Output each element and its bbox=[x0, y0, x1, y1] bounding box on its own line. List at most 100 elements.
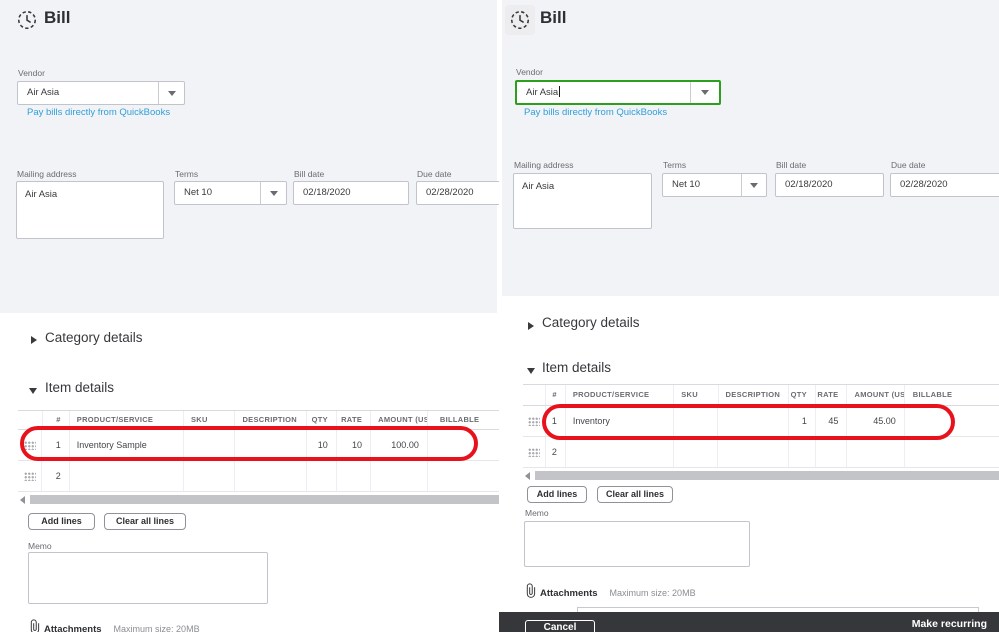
col-header-product: PRODUCT/SERVICE bbox=[566, 385, 675, 405]
drag-dots-icon bbox=[527, 416, 540, 426]
memo-textarea[interactable] bbox=[28, 552, 268, 604]
cell-rate[interactable] bbox=[816, 437, 848, 467]
clear-all-lines-button[interactable]: Clear all lines bbox=[104, 513, 186, 530]
cell-number: 2 bbox=[546, 437, 566, 467]
col-header-billable: BILLABLE bbox=[912, 390, 953, 399]
terms-label: Terms bbox=[175, 169, 199, 179]
vendor-value: Air Asia bbox=[526, 87, 559, 98]
cell-sku[interactable] bbox=[184, 461, 236, 491]
highlight-oval bbox=[20, 426, 478, 461]
cell-rate[interactable] bbox=[337, 461, 371, 491]
item-details-expanded-icon bbox=[29, 388, 37, 394]
cell-amount[interactable] bbox=[847, 437, 905, 467]
due-date-label: Due date bbox=[417, 169, 452, 179]
terms-select[interactable]: Net 10 bbox=[662, 173, 767, 197]
add-lines-button[interactable]: Add lines bbox=[527, 486, 587, 503]
form-header-background bbox=[502, 0, 999, 296]
terms-dropdown-button[interactable] bbox=[741, 174, 766, 196]
pay-bills-link[interactable]: Pay bills directly from QuickBooks bbox=[27, 107, 170, 118]
highlight-oval bbox=[542, 404, 955, 440]
attachments-label: Attachments bbox=[44, 623, 102, 632]
item-details-toggle[interactable]: Item details bbox=[542, 360, 611, 375]
page-title: Bill bbox=[540, 8, 567, 27]
category-details-toggle[interactable]: Category details bbox=[45, 330, 143, 345]
category-details-toggle[interactable]: Category details bbox=[542, 315, 640, 330]
bill-screenshot-left: Bill Vendor Air Asia Pay bills directly … bbox=[0, 0, 499, 632]
bill-clock-icon bbox=[509, 9, 531, 36]
col-header-sku: SKU bbox=[674, 385, 719, 405]
table-row[interactable]: 2 bbox=[523, 437, 999, 468]
cell-amount[interactable] bbox=[371, 461, 428, 491]
cell-description[interactable] bbox=[235, 461, 307, 491]
vendor-label: Vendor bbox=[516, 67, 543, 77]
col-header-number: # bbox=[546, 385, 566, 405]
mailing-address-value: Air Asia bbox=[25, 189, 58, 200]
cell-qty[interactable] bbox=[789, 437, 816, 467]
cell-qty[interactable] bbox=[307, 461, 337, 491]
paperclip-icon bbox=[525, 583, 536, 603]
category-details-collapsed-icon bbox=[31, 336, 37, 344]
scrollbar-left-arrow-icon[interactable] bbox=[20, 495, 25, 504]
vendor-input[interactable]: Air Asia bbox=[515, 80, 721, 105]
chevron-down-icon bbox=[701, 90, 709, 95]
due-date-value: 02/28/2020 bbox=[900, 179, 948, 190]
bill-date-value: 02/18/2020 bbox=[303, 187, 351, 198]
vendor-input[interactable]: Air Asia bbox=[17, 81, 185, 105]
terms-select[interactable]: Net 10 bbox=[174, 181, 287, 205]
cell-billable[interactable] bbox=[428, 461, 499, 491]
cell-number: 2 bbox=[42, 461, 70, 491]
terms-label: Terms bbox=[663, 160, 687, 170]
terms-dropdown-button[interactable] bbox=[260, 182, 286, 204]
bill-date-label: Bill date bbox=[294, 169, 325, 179]
memo-label: Memo bbox=[525, 508, 549, 518]
col-header-amount: AMOUNT (US bbox=[847, 385, 905, 405]
clear-all-lines-button[interactable]: Clear all lines bbox=[597, 486, 673, 503]
drag-dots-icon bbox=[23, 471, 36, 481]
cell-sku[interactable] bbox=[674, 437, 719, 467]
cell-billable[interactable] bbox=[905, 437, 999, 467]
horizontal-scrollbar[interactable] bbox=[523, 470, 999, 481]
mailing-address-textarea[interactable]: Air Asia bbox=[16, 181, 164, 239]
cancel-button[interactable]: Cancel bbox=[525, 620, 595, 632]
bill-date-value: 02/18/2020 bbox=[785, 179, 833, 190]
scrollbar-track[interactable] bbox=[30, 495, 499, 504]
add-lines-button[interactable]: Add lines bbox=[28, 513, 95, 530]
scrollbar-left-arrow-icon[interactable] bbox=[525, 471, 530, 480]
make-recurring-link[interactable]: Make recurring bbox=[912, 618, 987, 630]
cell-product[interactable] bbox=[70, 461, 184, 491]
bill-screenshot-right: Bill Vendor Air Asia Pay bills directly … bbox=[499, 0, 999, 632]
item-details-toggle[interactable]: Item details bbox=[45, 380, 114, 395]
item-details-expanded-icon bbox=[527, 368, 535, 374]
horizontal-scrollbar[interactable] bbox=[18, 494, 499, 505]
vendor-label: Vendor bbox=[18, 68, 45, 78]
bill-date-input[interactable]: 02/18/2020 bbox=[293, 181, 409, 205]
bill-date-input[interactable]: 02/18/2020 bbox=[775, 173, 884, 197]
memo-textarea[interactable] bbox=[524, 521, 750, 567]
category-details-collapsed-icon bbox=[528, 322, 534, 330]
pay-bills-link[interactable]: Pay bills directly from QuickBooks bbox=[524, 107, 667, 118]
due-date-input[interactable]: 02/28/2020 bbox=[416, 181, 499, 205]
table-header-row: # PRODUCT/SERVICE SKU DESCRIPTION QTY RA… bbox=[523, 384, 999, 406]
mailing-address-label: Mailing address bbox=[514, 160, 574, 170]
cell-description[interactable] bbox=[718, 437, 789, 467]
mailing-address-textarea[interactable]: Air Asia bbox=[513, 173, 652, 229]
attachments-label: Attachments bbox=[540, 587, 598, 599]
mailing-address-value: Air Asia bbox=[522, 181, 555, 192]
col-header-rate: RATE bbox=[816, 385, 848, 405]
table-row[interactable]: 2 bbox=[18, 461, 499, 492]
attachments-hint: Maximum size: 20MB bbox=[609, 588, 696, 598]
drag-handle[interactable] bbox=[523, 437, 546, 467]
due-date-input[interactable]: 02/28/2020 bbox=[890, 173, 999, 197]
due-date-value: 02/28/2020 bbox=[426, 187, 474, 198]
attachments-row[interactable]: Attachments Maximum size: 20MB bbox=[29, 619, 200, 632]
chevron-down-icon bbox=[269, 190, 278, 196]
vendor-dropdown-button[interactable] bbox=[690, 82, 719, 103]
drag-handle[interactable] bbox=[18, 461, 43, 491]
mailing-address-label: Mailing address bbox=[17, 169, 77, 179]
text-caret bbox=[559, 86, 561, 97]
vendor-dropdown-button[interactable] bbox=[158, 82, 184, 104]
attachments-row[interactable]: Attachments Maximum size: 20MB bbox=[525, 583, 696, 603]
memo-label: Memo bbox=[28, 541, 52, 551]
scrollbar-track[interactable] bbox=[535, 471, 999, 480]
cell-product[interactable] bbox=[566, 437, 675, 467]
